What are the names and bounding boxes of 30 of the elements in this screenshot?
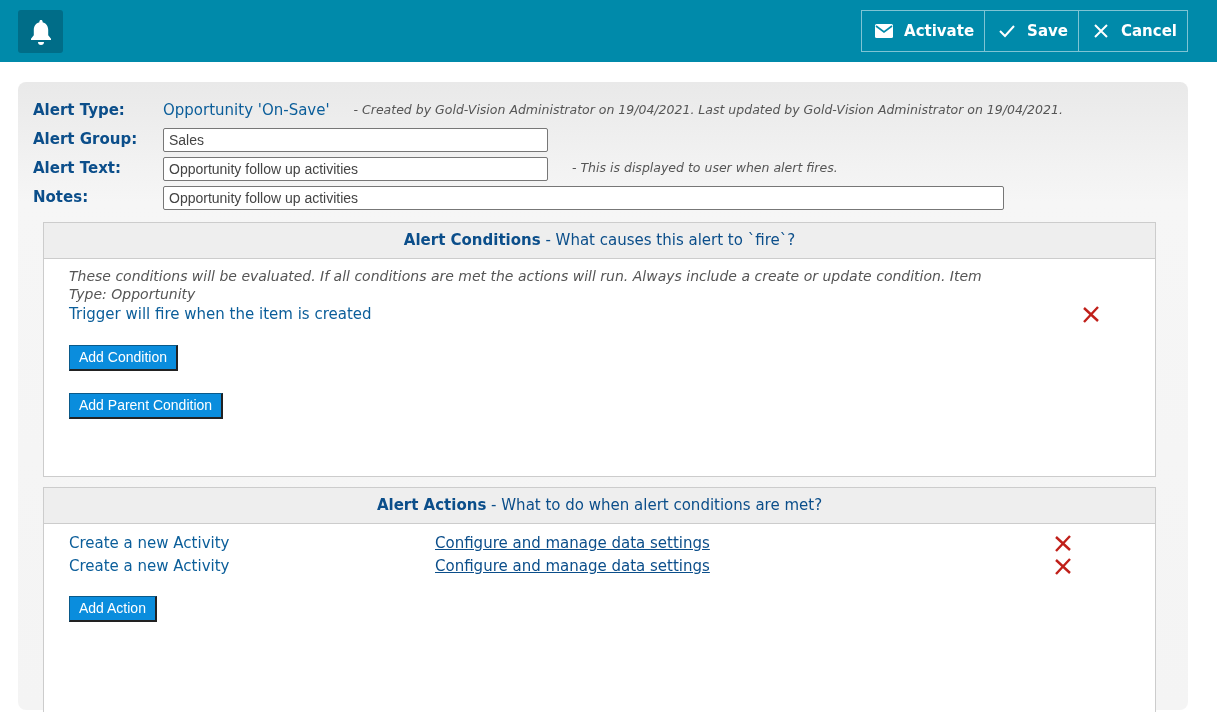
field-label: Notes: [33, 187, 90, 209]
add-button[interactable]: Add Condition [69, 345, 178, 372]
add-button[interactable]: Add Action [69, 595, 157, 622]
text-field[interactable]: Opportunity follow up activities [163, 156, 548, 181]
action-text: Create a new Activity [69, 555, 231, 577]
delete-icon[interactable] [1054, 557, 1072, 575]
section-header: Alert Conditions - What causes this alert to `fire`? [44, 223, 1155, 259]
toolbar-button[interactable]: Cancel [1078, 11, 1187, 51]
field-label: Alert Type: [33, 100, 126, 122]
info-note: - This is displayed to user when alert fires. [572, 159, 838, 178]
toolbar-button[interactable]: Save [984, 11, 1078, 51]
bell-icon [29, 18, 52, 45]
field-label: Alert Group: [33, 129, 139, 151]
bell-button[interactable] [18, 10, 63, 53]
delete-icon[interactable] [1082, 305, 1100, 323]
settings-link[interactable]: Configure and manage data settings [435, 554, 710, 578]
field-label: Alert Text: [33, 158, 122, 180]
info-note: - Created by Gold-Vision Administrator on 19/04/2021. Last updated by Gold-Vision Administrator on 19/04/2021. [353, 101, 1063, 120]
alert-type-value: Opportunity 'On-Save' [163, 100, 330, 122]
condition-text: Trigger will fire when the item is created [69, 303, 372, 325]
delete-icon[interactable] [1054, 534, 1072, 552]
text-field[interactable]: Opportunity follow up activities [163, 185, 1004, 210]
action-text: Create a new Activity [69, 532, 231, 554]
text-field[interactable]: Sales [163, 127, 548, 152]
section-header: Alert Actions - What to do when alert conditions are met? [44, 488, 1155, 524]
envelope-icon [874, 21, 895, 41]
description-text: These conditions will be evaluated. If all conditions are met the actions will run. Always include a create or update condition. Item Type: Opportunity [69, 266, 983, 303]
toolbar-button[interactable]: Activate [862, 11, 985, 51]
settings-link[interactable]: Configure and manage data settings [435, 531, 710, 555]
add-button[interactable]: Add Parent Condition [69, 393, 224, 420]
